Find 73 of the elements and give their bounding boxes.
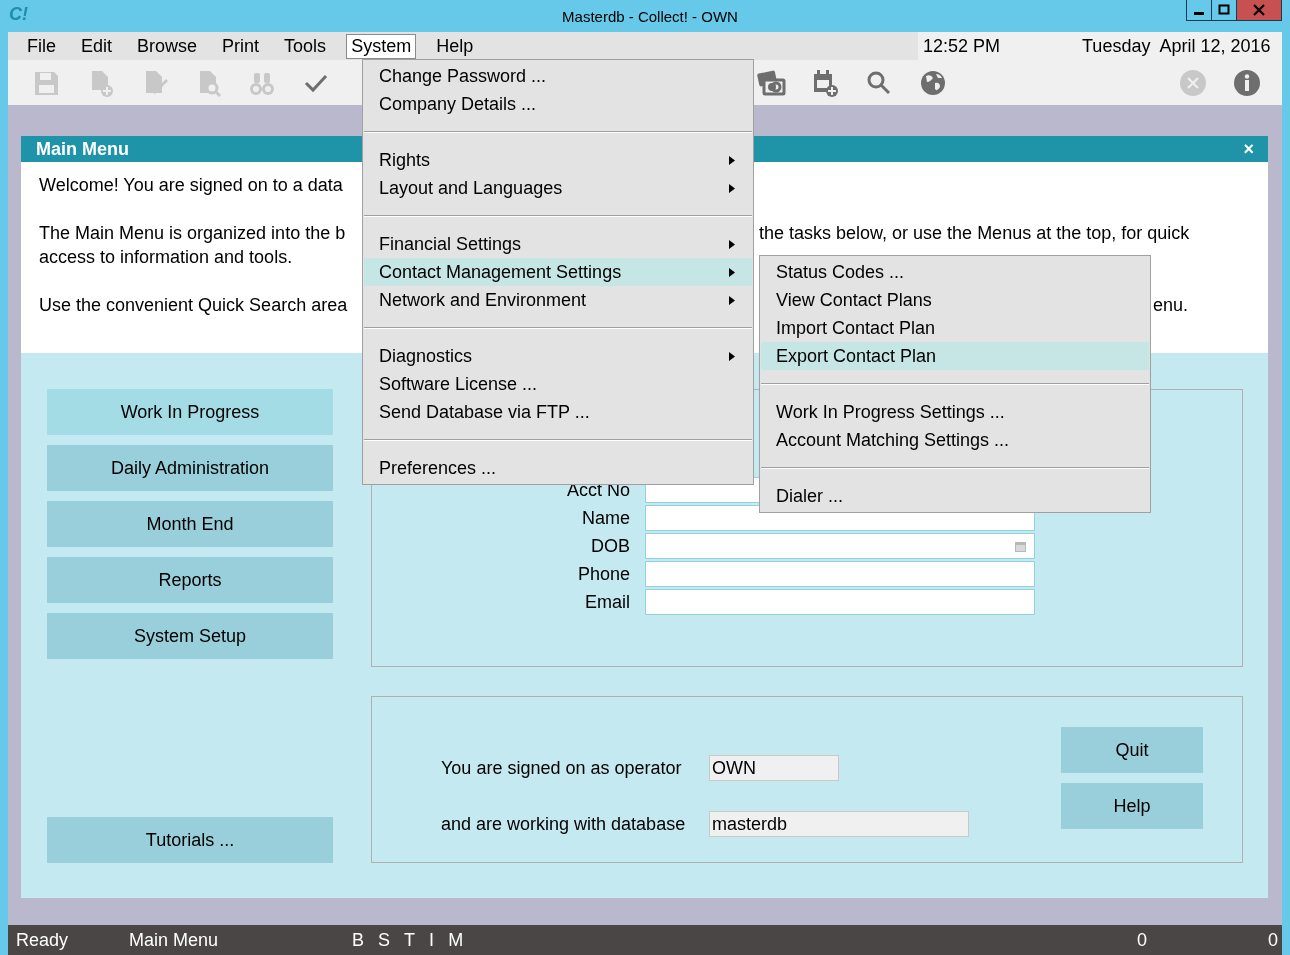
- intro-text: Use the convenient Quick Search area: [39, 294, 348, 317]
- database-field: masterdb: [709, 811, 969, 837]
- app-logo: C!: [9, 4, 28, 25]
- status-indicator: M: [448, 929, 464, 951]
- menu-option[interactable]: Work In Progress Settings ...: [761, 398, 1149, 426]
- operator-field: OWN: [709, 755, 839, 781]
- operator-label: You are signed on as operator: [441, 757, 683, 779]
- date-field[interactable]: [645, 533, 1035, 559]
- quit-button[interactable]: Quit: [1061, 727, 1203, 773]
- menu-item[interactable]: System: [346, 33, 417, 59]
- menu-option[interactable]: Change Password ...: [364, 62, 752, 90]
- status-indicator: B: [352, 929, 365, 951]
- menu-option[interactable]: View Contact Plans: [761, 286, 1149, 314]
- status-indicator: I: [429, 929, 435, 951]
- clock-time: 12:52 PM: [923, 35, 1001, 57]
- menu-option[interactable]: Import Contact Plan: [761, 314, 1149, 342]
- menu-item[interactable]: Browse: [132, 33, 203, 59]
- menu-option[interactable]: Dialer ...: [761, 482, 1149, 510]
- input-field[interactable]: [645, 561, 1035, 587]
- menu-option[interactable]: Software License ...: [364, 370, 752, 398]
- menu-option[interactable]: Diagnostics: [364, 342, 752, 370]
- nav-button[interactable]: Reports: [47, 557, 333, 603]
- minimize-icon: [1194, 11, 1204, 15]
- status-count: 0: [1268, 929, 1278, 951]
- nav-button[interactable]: Month End: [47, 501, 333, 547]
- status-view: Main Menu: [129, 929, 219, 951]
- menu-option[interactable]: Rights: [364, 146, 752, 174]
- close-button[interactable]: [1236, 0, 1282, 21]
- menu-option[interactable]: Export Contact Plan: [761, 342, 1149, 370]
- window-title: Masterdb - Collect! - OWN: [562, 7, 738, 25]
- database-label: and are working with database: [441, 813, 687, 835]
- field-label: DOB: [590, 535, 630, 557]
- menu-item[interactable]: File: [22, 33, 61, 59]
- tutorials-button[interactable]: Tutorials ...: [47, 817, 333, 863]
- nav-button[interactable]: Work In Progress: [47, 389, 333, 435]
- clock-date: April 12, 2016: [1159, 35, 1271, 57]
- minimize-button[interactable]: [1186, 0, 1212, 21]
- close-panel-button[interactable]: ×: [1243, 138, 1254, 160]
- menu-item[interactable]: Tools: [279, 33, 332, 59]
- menu-option[interactable]: Company Details ...: [364, 90, 752, 118]
- menu-item[interactable]: Edit: [76, 33, 118, 59]
- field-label: Name: [581, 507, 630, 529]
- maximize-icon: [1218, 4, 1230, 16]
- status-count: 0: [1136, 929, 1147, 951]
- status-text: Ready: [16, 929, 69, 951]
- panel-title: Main Menu: [36, 138, 129, 160]
- intro-text: enu.: [1153, 294, 1189, 317]
- status-indicator: T: [404, 929, 416, 951]
- status-indicator: S: [378, 929, 391, 951]
- info-icon[interactable]: [1232, 67, 1262, 98]
- menu-option[interactable]: Financial Settings: [364, 230, 752, 258]
- intro-text: access to information and tools.: [39, 246, 293, 269]
- nav-button[interactable]: System Setup: [47, 613, 333, 659]
- help-button[interactable]: Help: [1061, 783, 1203, 829]
- close-icon: [1253, 4, 1265, 16]
- clock-day: Tuesday: [1082, 35, 1151, 57]
- intro-text: the tasks below, or use the Menus at the top, for quick: [759, 222, 1190, 245]
- menu-option[interactable]: Account Matching Settings ...: [761, 426, 1149, 454]
- menu-option[interactable]: Status Codes ...: [761, 258, 1149, 286]
- calendar-icon[interactable]: [1015, 541, 1026, 552]
- menu-option[interactable]: Send Database via FTP ...: [364, 398, 752, 426]
- menu-item[interactable]: Print: [217, 33, 265, 59]
- menu-option[interactable]: Contact Management Settings: [364, 258, 752, 286]
- menu-option[interactable]: Layout and Languages: [364, 174, 752, 202]
- field-label: Phone: [576, 563, 630, 585]
- intro-text: Welcome! You are signed on to a data: [39, 174, 343, 197]
- field-label: Email: [584, 591, 630, 613]
- menu-item[interactable]: Help: [431, 33, 479, 59]
- input-field[interactable]: [645, 589, 1035, 615]
- nav-button[interactable]: Daily Administration: [47, 445, 333, 491]
- menu-option[interactable]: Preferences ...: [364, 454, 752, 482]
- intro-text: The Main Menu is organized into the b: [39, 222, 346, 245]
- menu-option[interactable]: Network and Environment: [364, 286, 752, 314]
